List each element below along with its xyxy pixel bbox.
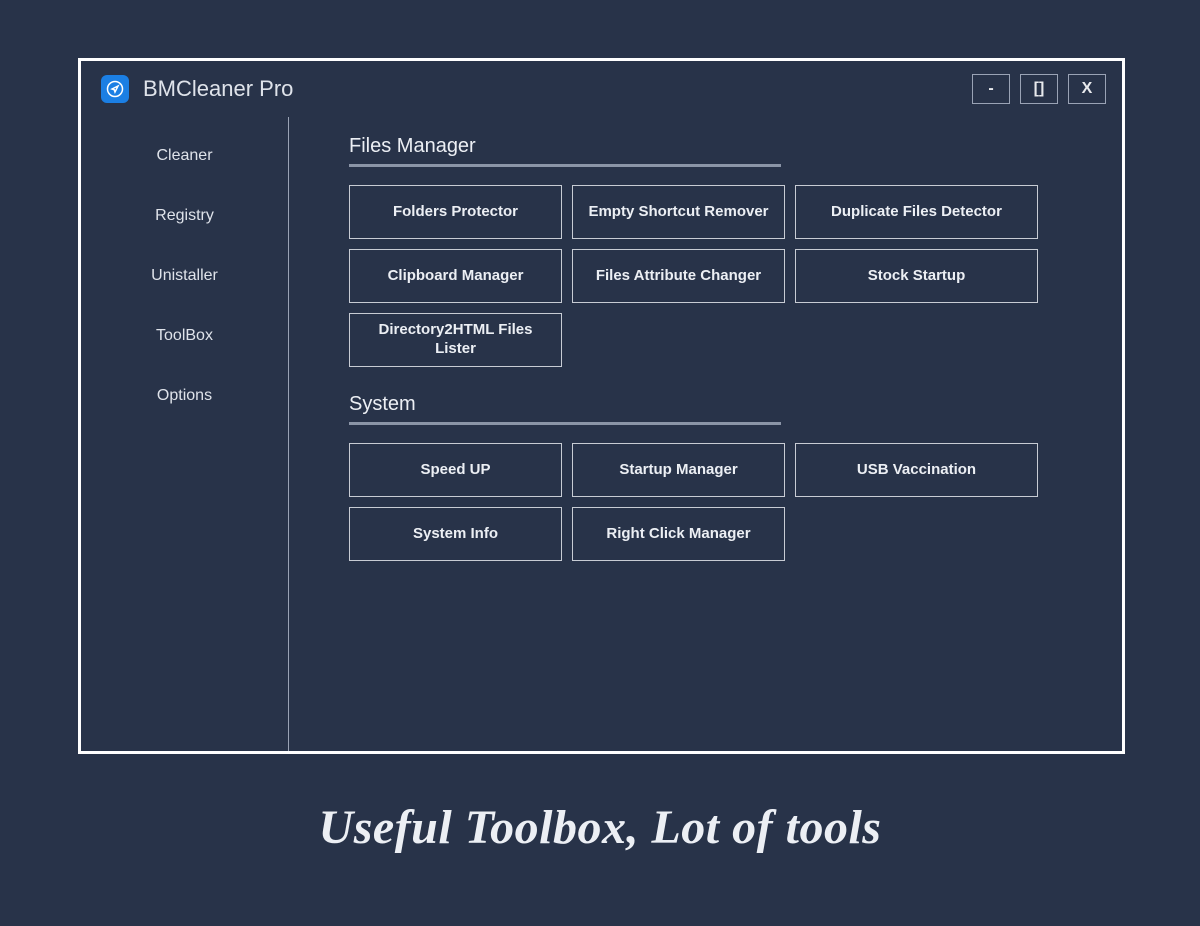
tool-duplicate-files-detector[interactable]: Duplicate Files Detector [795, 185, 1038, 239]
app-title: BMCleaner Pro [143, 76, 293, 102]
tool-grid-system: Speed UP Startup Manager USB Vaccination… [349, 443, 1082, 561]
sidebar-item-toolbox[interactable]: ToolBox [81, 315, 288, 357]
tool-startup-manager[interactable]: Startup Manager [572, 443, 785, 497]
minimize-button[interactable]: - [972, 74, 1010, 104]
tool-system-info[interactable]: System Info [349, 507, 562, 561]
body-area: Cleaner Registry Unistaller ToolBox Opti… [81, 117, 1122, 751]
app-window: BMCleaner Pro - [] X Cleaner Registry Un… [78, 58, 1125, 754]
maximize-button[interactable]: [] [1020, 74, 1058, 104]
sidebar-item-uninstaller[interactable]: Unistaller [81, 255, 288, 297]
titlebar: BMCleaner Pro - [] X [81, 61, 1122, 117]
main-content: Files Manager Folders Protector Empty Sh… [289, 117, 1122, 751]
tool-speed-up[interactable]: Speed UP [349, 443, 562, 497]
sidebar: Cleaner Registry Unistaller ToolBox Opti… [81, 117, 289, 751]
tool-empty-shortcut-remover[interactable]: Empty Shortcut Remover [572, 185, 785, 239]
window-controls: - [] X [972, 74, 1106, 104]
sidebar-item-cleaner[interactable]: Cleaner [81, 135, 288, 177]
app-icon [101, 75, 129, 103]
tool-usb-vaccination[interactable]: USB Vaccination [795, 443, 1038, 497]
sidebar-item-registry[interactable]: Registry [81, 195, 288, 237]
section-title-files-manager: Files Manager [349, 135, 1082, 158]
paper-plane-icon [106, 80, 124, 98]
tool-grid-files-manager: Folders Protector Empty Shortcut Remover… [349, 185, 1082, 367]
tool-folders-protector[interactable]: Folders Protector [349, 185, 562, 239]
close-button[interactable]: X [1068, 74, 1106, 104]
sidebar-item-options[interactable]: Options [81, 375, 288, 417]
tool-directory2html-files-lister[interactable]: Directory2HTML Files Lister [349, 313, 562, 367]
section-underline [349, 164, 781, 167]
tagline: Useful Toolbox, Lot of tools [0, 800, 1200, 855]
section-underline [349, 422, 781, 425]
tool-right-click-manager[interactable]: Right Click Manager [572, 507, 785, 561]
section-title-system: System [349, 393, 1082, 416]
tool-files-attribute-changer[interactable]: Files Attribute Changer [572, 249, 785, 303]
tool-clipboard-manager[interactable]: Clipboard Manager [349, 249, 562, 303]
tool-stock-startup[interactable]: Stock Startup [795, 249, 1038, 303]
